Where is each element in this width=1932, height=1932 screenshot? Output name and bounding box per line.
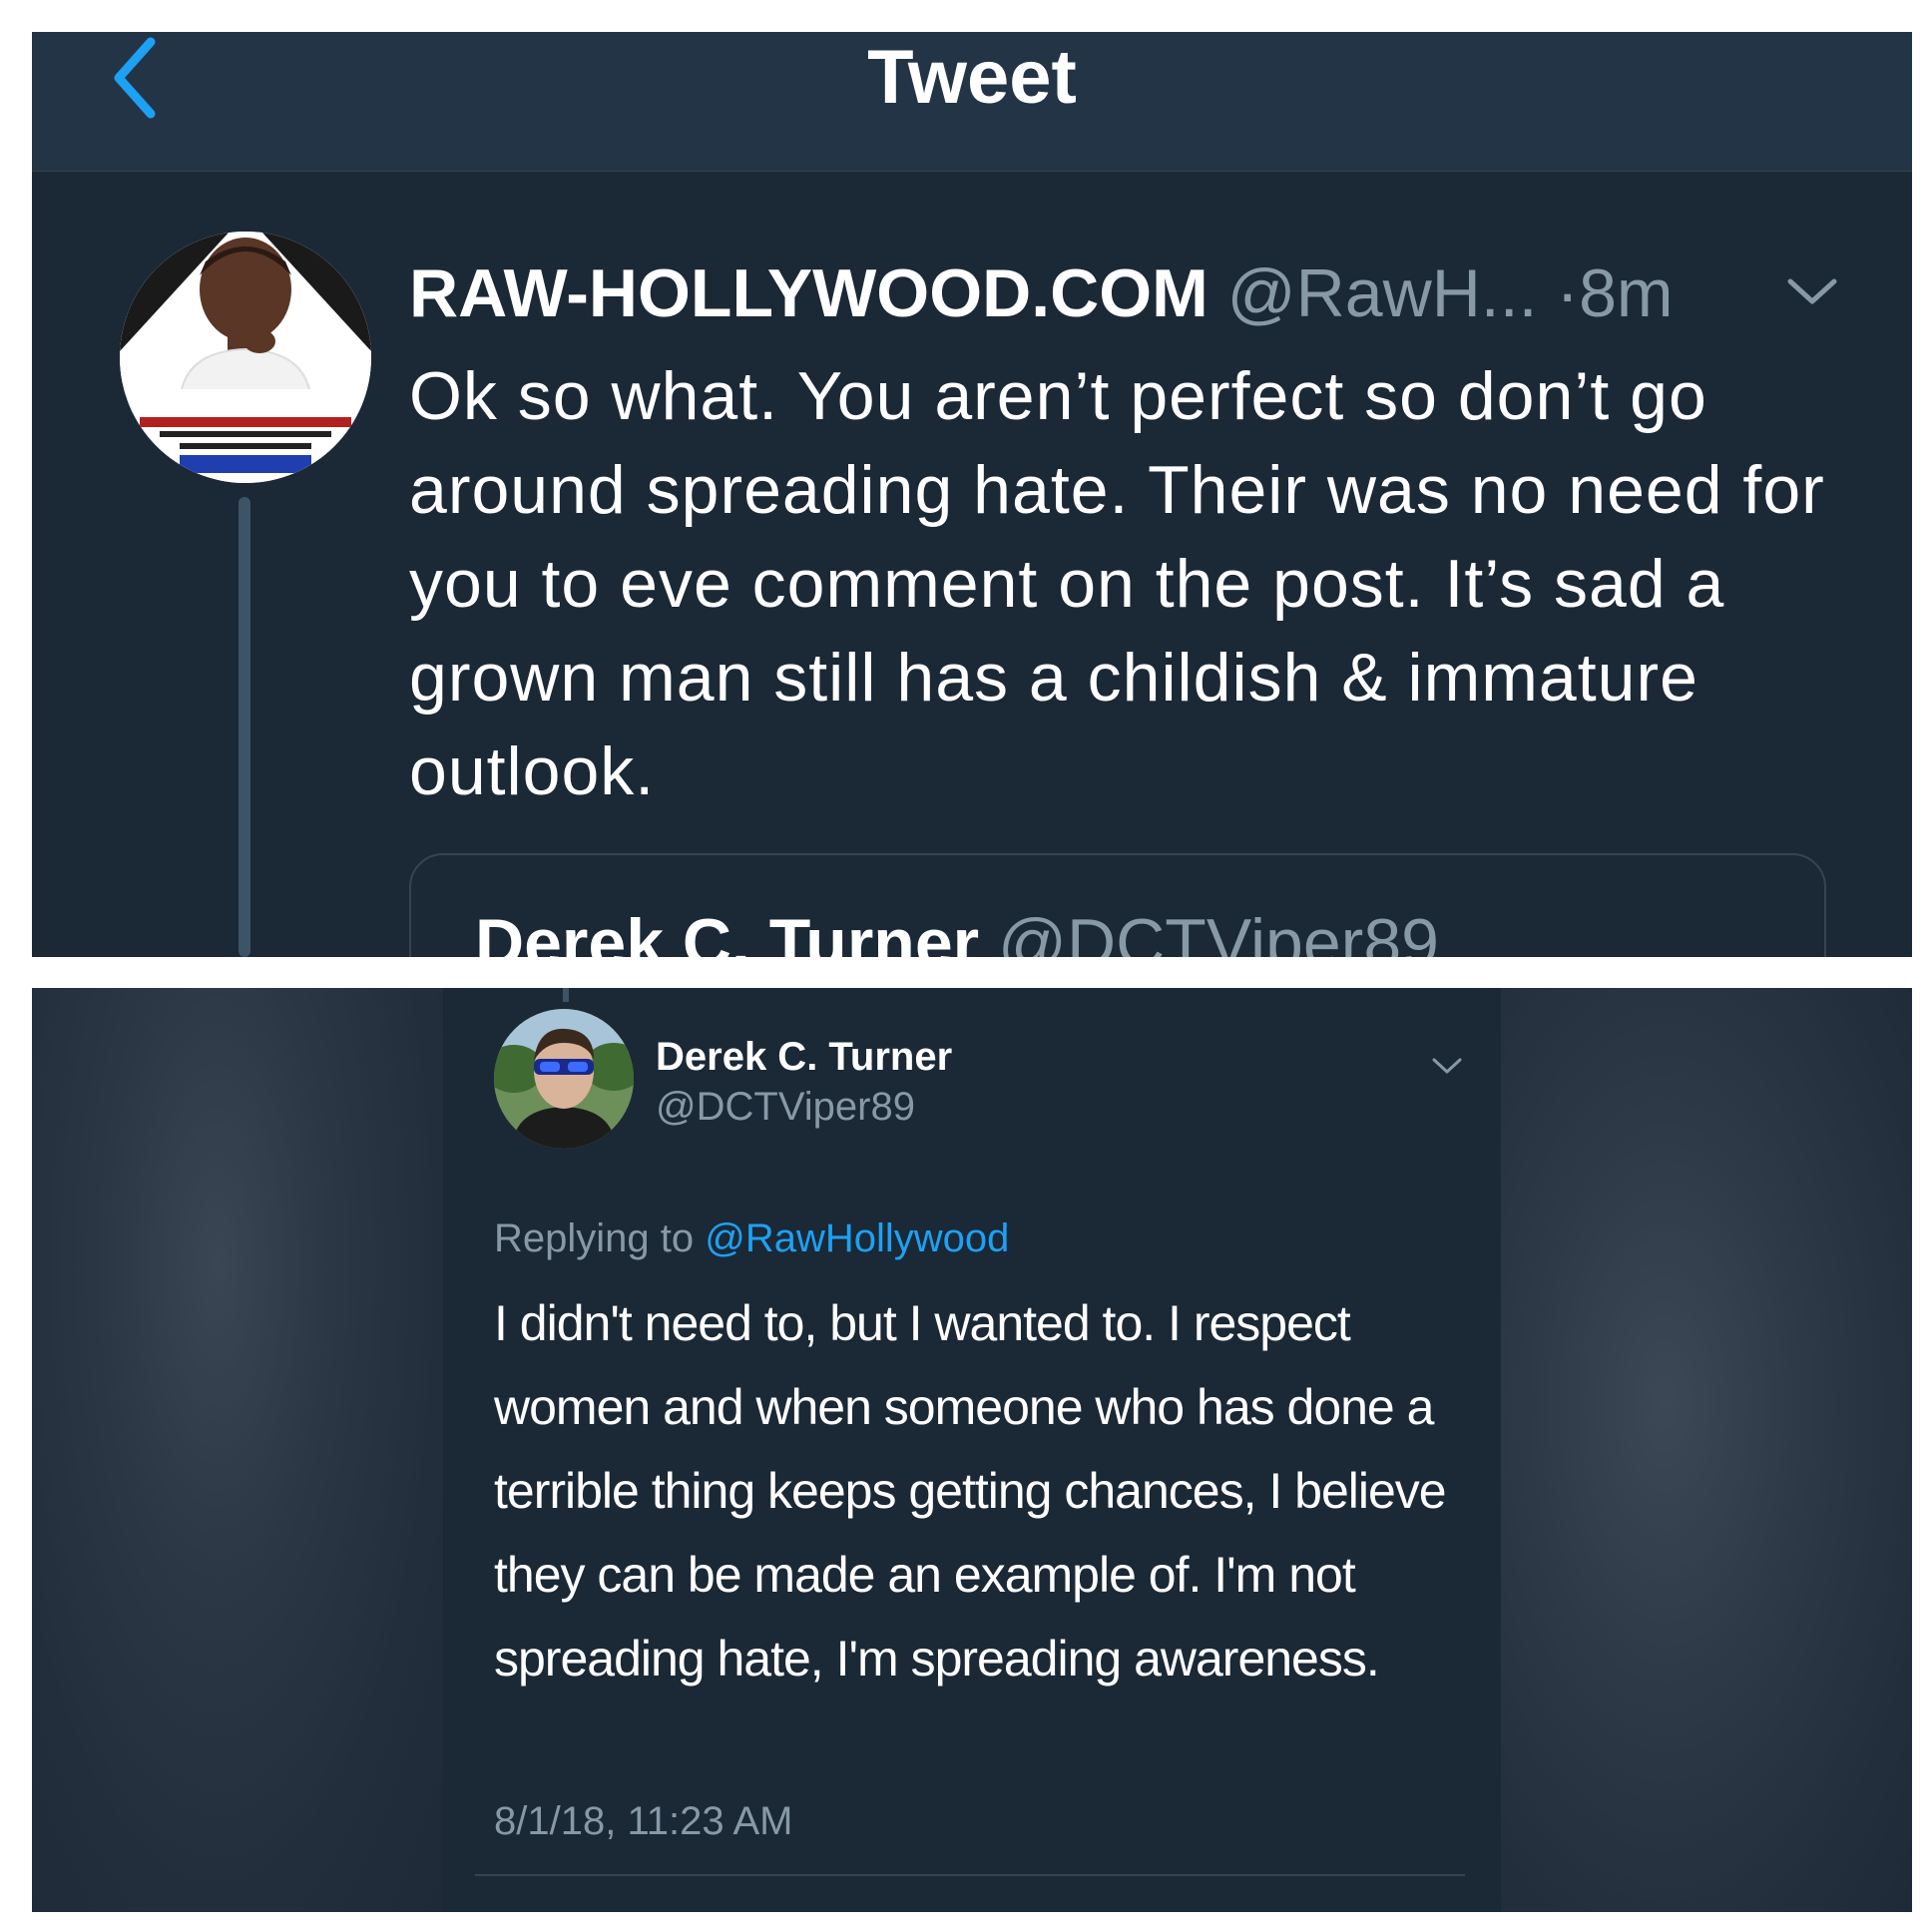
quoted-tweet[interactable]: Derek C. Turner @DCTViper89 [409, 853, 1826, 957]
replying-to-label: Replying to [494, 1216, 695, 1260]
tweet-card: Derek C. Turner @DCTViper89 Replying to … [443, 988, 1501, 1912]
tweet-text: I didn't need to, but I wanted to. I res… [494, 1295, 1447, 1687]
tweet-text: Ok so what. You aren’t perfect so don’t … [409, 358, 1825, 809]
replying-to: Replying to @RawHollywood [494, 1213, 1009, 1263]
top-screenshot: Tweet RAW-HOLLYWOOD.COM @RawH... ·8m Ok … [32, 32, 1912, 957]
mention-link[interactable]: @RawHollywood [705, 1216, 1009, 1260]
chevron-down-icon[interactable] [1784, 271, 1840, 311]
blurred-background-right [1501, 988, 1912, 1912]
bottom-screenshot: Derek C. Turner @DCTViper89 Replying to … [32, 988, 1912, 1912]
quoted-display-name: Derek C. Turner [475, 905, 980, 957]
timestamp[interactable]: 8m [1579, 255, 1673, 331]
blurred-background-left [32, 988, 443, 1912]
tweet-header: RAW-HOLLYWOOD.COM @RawH... ·8m [409, 253, 1856, 333]
handle[interactable]: @DCTViper89 [656, 1083, 915, 1131]
quoted-handle: @DCTViper89 [998, 905, 1439, 957]
thread-line [563, 988, 569, 1002]
nav-bar: Tweet [32, 32, 1912, 172]
page-title: Tweet [867, 35, 1077, 120]
separator: · [1556, 255, 1580, 331]
avatar[interactable] [494, 1009, 634, 1149]
divider [475, 1874, 1465, 1876]
thread-line [239, 497, 250, 957]
avatar[interactable] [120, 232, 371, 483]
timestamp[interactable]: 8/1/18, 11:23 AM [494, 1796, 792, 1846]
chevron-down-icon[interactable] [1430, 1054, 1464, 1078]
handle[interactable]: @RawH... [1227, 255, 1538, 331]
display-name[interactable]: RAW-HOLLYWOOD.COM [409, 255, 1208, 331]
display-name[interactable]: Derek C. Turner [656, 1033, 952, 1081]
